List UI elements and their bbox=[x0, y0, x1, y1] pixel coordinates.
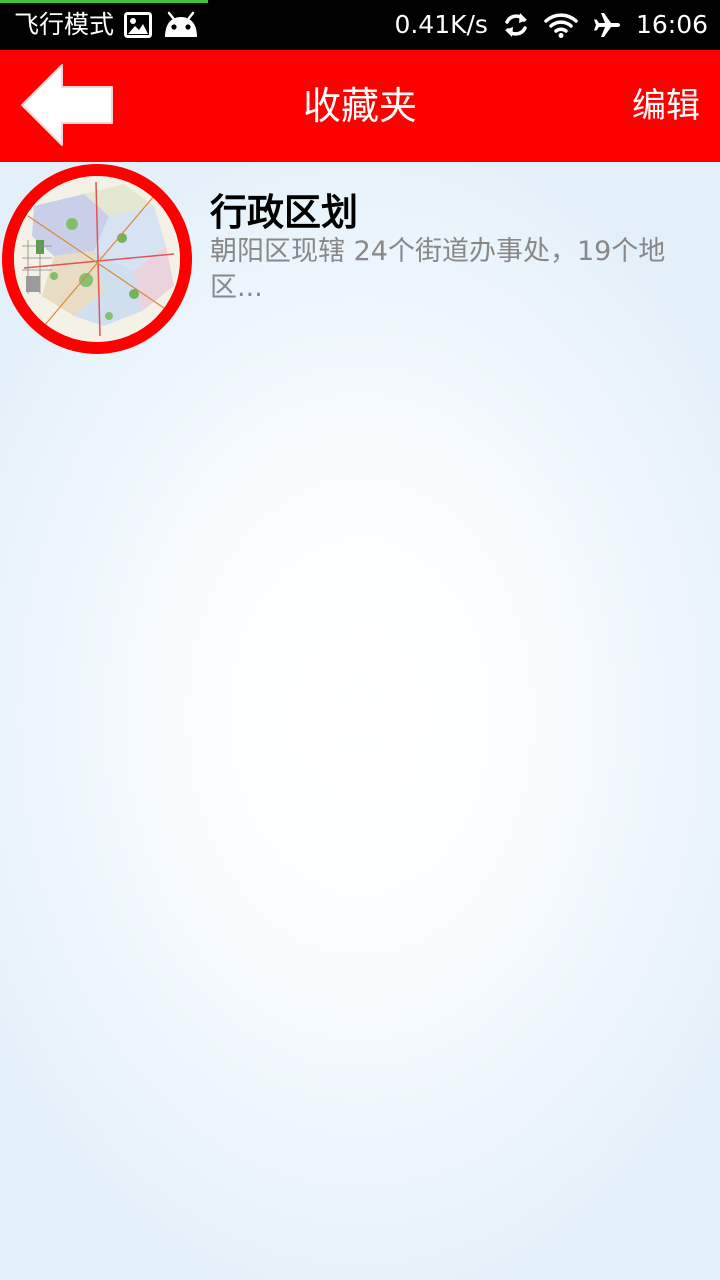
edit-button[interactable]: 编辑 bbox=[632, 50, 700, 162]
district-map-thumbnail bbox=[14, 176, 180, 342]
clock: 16:06 bbox=[635, 10, 708, 39]
back-button[interactable] bbox=[18, 62, 118, 148]
page-title: 收藏夹 bbox=[302, 84, 417, 128]
airplane-icon bbox=[592, 10, 622, 40]
status-right: 0.41K/s 16:06 bbox=[394, 0, 708, 50]
wifi-icon bbox=[544, 12, 578, 38]
airplane-mode-text: 飞行模式 bbox=[14, 10, 115, 39]
sync-icon bbox=[502, 11, 530, 39]
thumbnail-ring bbox=[2, 164, 192, 354]
list-item[interactable]: 行政区划 朝阳区现辖 24个街道办事处，19个地区... bbox=[0, 162, 720, 358]
title-bar: 收藏夹 编辑 bbox=[0, 50, 720, 162]
android-icon bbox=[162, 11, 200, 39]
network-speed: 0.41K/s bbox=[394, 10, 488, 39]
item-description: 朝阳区现辖 24个街道办事处，19个地区... bbox=[210, 236, 666, 303]
back-arrow-icon bbox=[21, 64, 113, 146]
favorites-list: 行政区划 朝阳区现辖 24个街道办事处，19个地区... bbox=[0, 162, 720, 358]
item-title: 行政区划 bbox=[210, 191, 358, 234]
image-icon bbox=[124, 12, 153, 38]
status-bar: 飞行模式 0.41K/s 16:06 bbox=[0, 0, 720, 50]
status-left: 飞行模式 bbox=[14, 0, 200, 50]
